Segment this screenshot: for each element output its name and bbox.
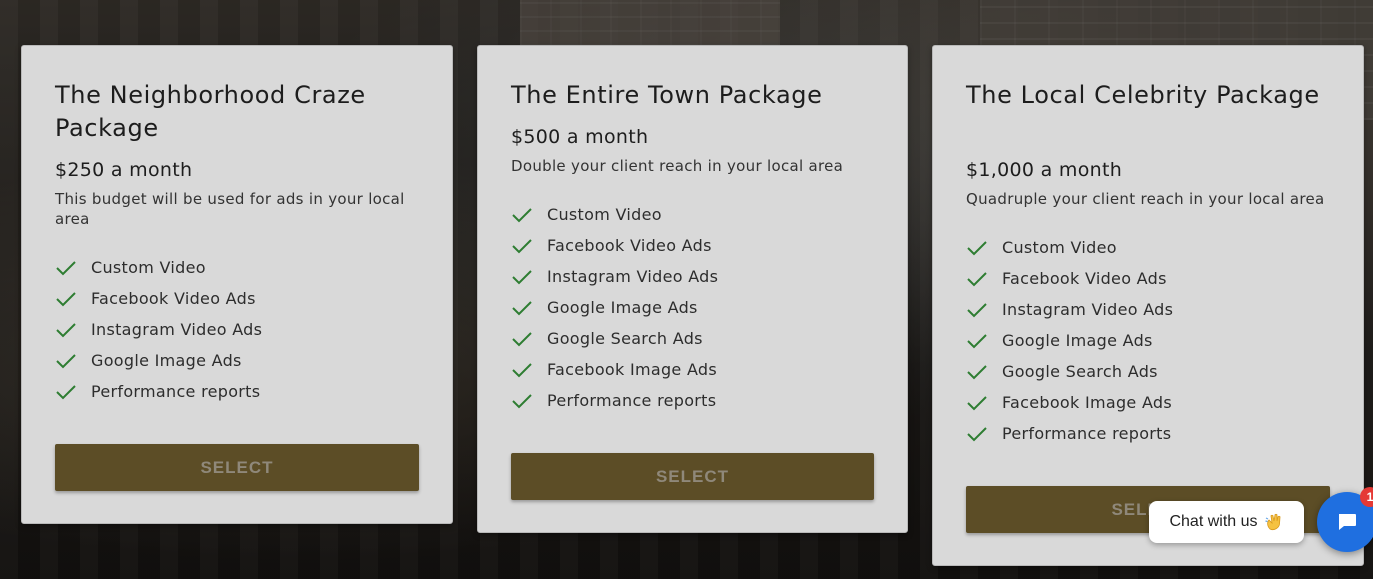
checkmark-icon xyxy=(512,331,532,346)
checkmark-icon xyxy=(512,238,532,253)
checkmark-icon xyxy=(56,260,76,275)
feature-list: Custom Video Facebook Video Ads Instagra… xyxy=(55,252,262,407)
feature-item: Instagram Video Ads xyxy=(55,314,262,345)
select-package-button[interactable]: SELECT xyxy=(511,453,874,500)
feature-label: Facebook Image Ads xyxy=(1002,393,1173,412)
feature-item: Google Image Ads xyxy=(966,325,1173,356)
feature-item: Custom Video xyxy=(511,199,718,230)
feature-item: Performance reports xyxy=(966,418,1173,449)
package-card-neighborhood-craze: The Neighborhood Craze Package $250 a mo… xyxy=(21,45,453,524)
select-package-button[interactable]: SELECT xyxy=(55,444,419,491)
feature-label: Google Image Ads xyxy=(91,351,242,370)
package-title: The Local Celebrity Package xyxy=(966,81,1320,109)
checkmark-icon xyxy=(512,300,532,315)
package-card-entire-town: The Entire Town Package $500 a month Dou… xyxy=(477,45,908,533)
checkmark-icon xyxy=(967,426,987,441)
checkmark-icon xyxy=(967,302,987,317)
feature-item: Facebook Video Ads xyxy=(55,283,262,314)
feature-list: Custom Video Facebook Video Ads Instagra… xyxy=(966,232,1173,449)
chat-prompt-label: Chat with us xyxy=(1169,513,1258,530)
checkmark-icon xyxy=(56,322,76,337)
feature-item: Facebook Image Ads xyxy=(511,354,718,385)
feature-label: Facebook Image Ads xyxy=(547,360,718,379)
feature-label: Instagram Video Ads xyxy=(1002,300,1174,319)
checkmark-icon xyxy=(56,384,76,399)
checkmark-icon xyxy=(512,362,532,377)
feature-item: Performance reports xyxy=(55,376,262,407)
feature-item: Google Search Ads xyxy=(966,356,1173,387)
feature-item: Custom Video xyxy=(55,252,262,283)
checkmark-icon xyxy=(56,353,76,368)
feature-label: Custom Video xyxy=(91,258,206,277)
checkmark-icon xyxy=(967,240,987,255)
checkmark-icon xyxy=(967,333,987,348)
feature-label: Facebook Video Ads xyxy=(547,236,712,255)
checkmark-icon xyxy=(56,291,76,306)
feature-label: Google Search Ads xyxy=(1002,362,1158,381)
package-price: $1,000 a month xyxy=(966,159,1123,181)
feature-label: Facebook Video Ads xyxy=(1002,269,1167,288)
feature-label: Performance reports xyxy=(91,382,261,401)
feature-item: Instagram Video Ads xyxy=(966,294,1173,325)
feature-item: Google Image Ads xyxy=(55,345,262,376)
package-description: Quadruple your client reach in your loca… xyxy=(966,190,1325,208)
feature-list: Custom Video Facebook Video Ads Instagra… xyxy=(511,199,718,416)
waving-hand-icon xyxy=(1264,513,1280,531)
feature-item: Custom Video xyxy=(966,232,1173,263)
feature-label: Google Image Ads xyxy=(547,298,698,317)
chat-bubble-icon xyxy=(1339,514,1356,530)
feature-label: Performance reports xyxy=(1002,424,1172,443)
package-card-local-celebrity: The Local Celebrity Package $1,000 a mon… xyxy=(932,45,1364,566)
feature-label: Facebook Video Ads xyxy=(91,289,256,308)
package-price: $250 a month xyxy=(55,159,193,181)
feature-item: Facebook Image Ads xyxy=(966,387,1173,418)
feature-label: Google Image Ads xyxy=(1002,331,1153,350)
chat-prompt-bubble[interactable]: Chat with us xyxy=(1149,501,1304,543)
checkmark-icon xyxy=(512,393,532,408)
checkmark-icon xyxy=(512,207,532,222)
feature-item: Google Search Ads xyxy=(511,323,718,354)
feature-item: Facebook Video Ads xyxy=(511,230,718,261)
checkmark-icon xyxy=(967,395,987,410)
feature-item: Facebook Video Ads xyxy=(966,263,1173,294)
feature-item: Performance reports xyxy=(511,385,718,416)
feature-label: Custom Video xyxy=(1002,238,1117,257)
package-title: The Entire Town Package xyxy=(511,81,823,109)
feature-label: Custom Video xyxy=(547,205,662,224)
package-title: The Neighborhood Craze Package xyxy=(55,81,366,142)
package-description: Double your client reach in your local a… xyxy=(511,157,844,175)
feature-label: Instagram Video Ads xyxy=(547,267,719,286)
feature-label: Performance reports xyxy=(547,391,717,410)
feature-item: Instagram Video Ads xyxy=(511,261,718,292)
checkmark-icon xyxy=(967,271,987,286)
checkmark-icon xyxy=(967,364,987,379)
unread-count-badge: 1 xyxy=(1360,487,1373,507)
feature-label: Instagram Video Ads xyxy=(91,320,263,339)
checkmark-icon xyxy=(512,269,532,284)
package-description: This budget will be used for ads in your… xyxy=(55,190,405,228)
feature-label: Google Search Ads xyxy=(547,329,703,348)
feature-item: Google Image Ads xyxy=(511,292,718,323)
package-price: $500 a month xyxy=(511,126,649,148)
